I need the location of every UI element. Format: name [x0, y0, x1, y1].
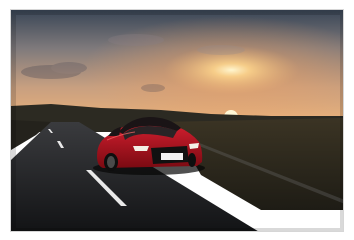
license-plate	[161, 153, 183, 160]
car-photo	[10, 9, 344, 232]
sunset-road-scene	[11, 10, 343, 231]
image-frame	[0, 0, 354, 240]
